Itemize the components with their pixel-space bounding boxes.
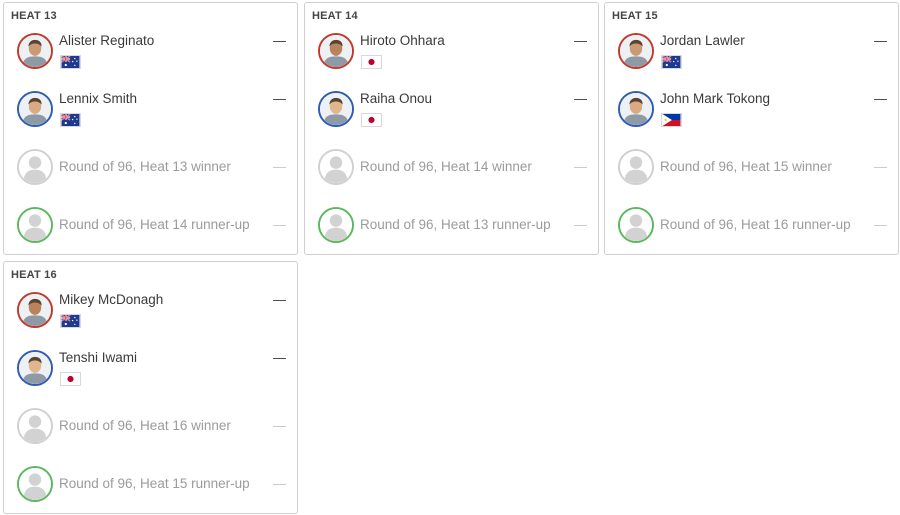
athlete-score: — [273, 292, 286, 307]
australia-flag [661, 55, 682, 69]
athlete-avatar [318, 33, 354, 69]
athlete-avatar [17, 33, 53, 69]
athlete-name: Alister Reginato [59, 33, 155, 48]
athlete-name: Round of 96, Heat 16 runner-up [660, 217, 851, 232]
athlete-row-placeholder: Round of 96, Heat 14 runner-up — [4, 203, 297, 261]
athlete-score: — [574, 159, 587, 174]
athlete-name: John Mark Tokong [660, 91, 771, 106]
heat-card-14: HEAT 14 Hiroto Ohhara — Raiha Onou — Rou… [304, 2, 599, 255]
athlete-score: — [273, 350, 286, 365]
athlete-score: — [273, 159, 286, 174]
japan-flag [60, 372, 81, 386]
placeholder-avatar-icon [17, 207, 53, 243]
athlete-row-placeholder: Round of 96, Heat 16 runner-up — [605, 203, 898, 261]
athlete-score: — [273, 418, 286, 433]
heat-title: HEAT 16 [11, 269, 57, 281]
athlete-avatar [618, 33, 654, 69]
athlete-name: Hiroto Ohhara [360, 33, 445, 48]
athlete-score: — [273, 91, 286, 106]
athlete-score: — [574, 33, 587, 48]
heat-card-16: HEAT 16 Mikey McDonagh — Tenshi Iwami — … [3, 261, 298, 514]
athlete-score: — [874, 91, 887, 106]
japan-flag [361, 55, 382, 69]
placeholder-avatar-icon [318, 207, 354, 243]
placeholder-avatar-icon [17, 149, 53, 185]
placeholder-avatar-icon [17, 466, 53, 502]
athlete-name: Jordan Lawler [660, 33, 745, 48]
athlete-avatar [17, 350, 53, 386]
athlete-name: Mikey McDonagh [59, 292, 164, 307]
athlete-score: — [874, 33, 887, 48]
athlete-avatar [618, 91, 654, 127]
athlete-score: — [273, 217, 286, 232]
athlete-score: — [874, 217, 887, 232]
athlete-row-placeholder: Round of 96, Heat 15 runner-up — [4, 462, 297, 515]
athlete-name: Tenshi Iwami [59, 350, 138, 365]
athlete-score: — [874, 159, 887, 174]
athlete-name: Lennix Smith [59, 91, 138, 106]
athlete-row-placeholder: Round of 96, Heat 15 winner — [605, 145, 898, 203]
athlete-row[interactable]: Hiroto Ohhara — [305, 29, 598, 87]
athlete-score: — [574, 217, 587, 232]
athlete-avatar [17, 292, 53, 328]
heat-title: HEAT 13 [11, 10, 57, 22]
athlete-row-placeholder: Round of 96, Heat 14 winner — [305, 145, 598, 203]
athlete-name: Raiha Onou [360, 91, 433, 106]
australia-flag [60, 113, 81, 127]
athlete-name: Round of 96, Heat 14 runner-up [59, 217, 250, 232]
athlete-row-placeholder: Round of 96, Heat 13 runner-up — [305, 203, 598, 261]
japan-flag [361, 113, 382, 127]
athlete-score: — [574, 91, 587, 106]
athlete-avatar [17, 91, 53, 127]
athlete-name: Round of 96, Heat 13 winner [59, 159, 231, 174]
athlete-score: — [273, 476, 286, 491]
athlete-name: Round of 96, Heat 14 winner [360, 159, 532, 174]
australia-flag [60, 314, 81, 328]
athlete-row[interactable]: Alister Reginato — [4, 29, 297, 87]
athlete-row[interactable]: Tenshi Iwami — [4, 346, 297, 404]
athlete-name: Round of 96, Heat 13 runner-up [360, 217, 551, 232]
athlete-avatar [318, 91, 354, 127]
heat-card-13: HEAT 13 Alister Reginato — Lennix Smith … [3, 2, 298, 255]
heat-card-15: HEAT 15 Jordan Lawler — John Mark Tokong… [604, 2, 899, 255]
athlete-row[interactable]: Lennix Smith — [4, 87, 297, 145]
placeholder-avatar-icon [618, 149, 654, 185]
athlete-row[interactable]: Jordan Lawler — [605, 29, 898, 87]
heat-title: HEAT 15 [612, 10, 658, 22]
athlete-row-placeholder: Round of 96, Heat 16 winner — [4, 404, 297, 462]
placeholder-avatar-icon [618, 207, 654, 243]
philippines-flag [661, 113, 682, 127]
heat-title: HEAT 14 [312, 10, 358, 22]
athlete-row[interactable]: Raiha Onou — [305, 87, 598, 145]
placeholder-avatar-icon [17, 408, 53, 444]
athlete-row[interactable]: Mikey McDonagh — [4, 288, 297, 346]
athlete-score: — [273, 33, 286, 48]
athlete-name: Round of 96, Heat 15 winner [660, 159, 832, 174]
athlete-name: Round of 96, Heat 16 winner [59, 418, 231, 433]
placeholder-avatar-icon [318, 149, 354, 185]
athlete-row-placeholder: Round of 96, Heat 13 winner — [4, 145, 297, 203]
australia-flag [60, 55, 81, 69]
athlete-name: Round of 96, Heat 15 runner-up [59, 476, 250, 491]
athlete-row[interactable]: John Mark Tokong — [605, 87, 898, 145]
